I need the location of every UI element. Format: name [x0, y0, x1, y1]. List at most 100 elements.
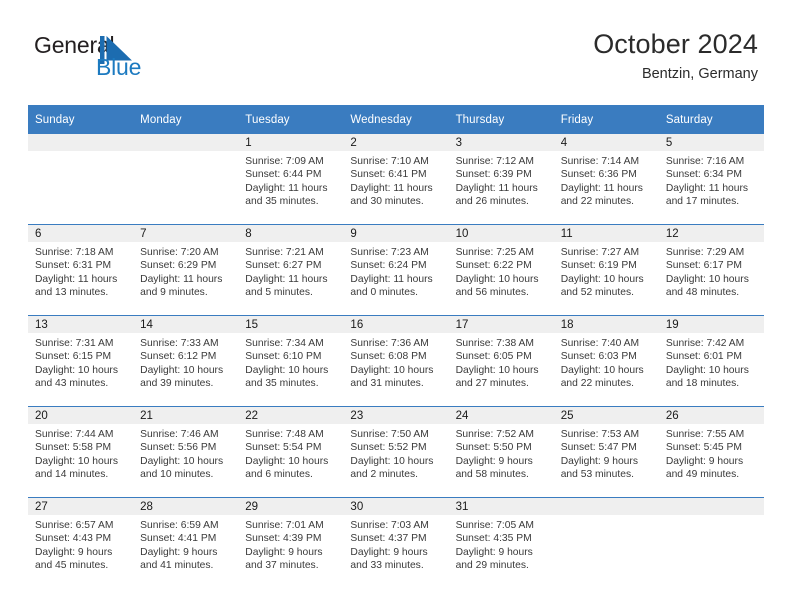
- sunrise-sunset-calendar: Sunday Monday Tuesday Wednesday Thursday…: [28, 105, 764, 588]
- day-number: 8: [238, 225, 344, 242]
- day-number: 11: [553, 225, 659, 242]
- day-cell[interactable]: 20 Sunrise: 7:44 AM Sunset: 5:58 PM Dayligh…: [28, 406, 134, 498]
- sunset-text: Sunset: 6:19 PM: [560, 260, 637, 272]
- sunrise-text: Sunrise: 7:50 AM: [350, 429, 429, 440]
- day-number: 28: [133, 498, 239, 515]
- day-details: Sunrise: 7:29 AM Sunset: 6:17 PM Daylight:…: [659, 242, 764, 300]
- day-cell[interactable]: 30 Sunrise: 7:03 AM Sunset: 4:37 PM Dayligh…: [343, 497, 449, 588]
- daylight-text-line2: and 9 minutes.: [140, 287, 208, 299]
- day-cell[interactable]: 23 Sunrise: 7:50 AM Sunset: 5:52 PM Dayligh…: [343, 406, 449, 498]
- sunrise-text: Sunrise: 7:55 AM: [665, 429, 745, 440]
- sunset-text: Sunset: 6:31 PM: [35, 260, 112, 272]
- sunrise-text: Sunrise: 7:03 AM: [350, 520, 429, 531]
- day-details: [28, 151, 133, 155]
- daylight-text-line1: Daylight: 9 hours: [455, 455, 533, 467]
- day-details: Sunrise: 7:44 AM Sunset: 5:58 PM Daylight:…: [28, 424, 133, 482]
- day-cell[interactable]: 26 Sunrise: 7:55 AM Sunset: 5:45 PM Dayligh…: [658, 406, 764, 498]
- day-cell[interactable]: 10 Sunrise: 7:25 AM Sunset: 6:22 PM Dayligh…: [448, 224, 554, 316]
- day-details: Sunrise: 7:05 AM Sunset: 4:35 PM Daylight:…: [449, 515, 554, 573]
- day-cell[interactable]: 31 Sunrise: 7:05 AM Sunset: 4:35 PM Dayligh…: [448, 497, 554, 588]
- sunrise-text: Sunrise: 7:34 AM: [245, 338, 324, 349]
- day-number: [28, 134, 134, 151]
- day-cell[interactable]: 14 Sunrise: 7:33 AM Sunset: 6:12 PM Dayligh…: [133, 315, 239, 407]
- day-cell[interactable]: 29 Sunrise: 7:01 AM Sunset: 4:39 PM Dayligh…: [238, 497, 344, 588]
- sunrise-text: Sunrise: 6:57 AM: [35, 520, 114, 531]
- sunset-text: Sunset: 5:56 PM: [140, 442, 217, 454]
- daylight-text-line1: Daylight: 9 hours: [350, 546, 428, 558]
- day-cell[interactable]: 24 Sunrise: 7:52 AM Sunset: 5:50 PM Dayligh…: [448, 406, 554, 498]
- sunset-text: Sunset: 6:03 PM: [560, 351, 637, 363]
- daylight-text-line2: and 22 minutes.: [560, 196, 634, 208]
- day-cell[interactable]: 1 Sunrise: 7:09 AM Sunset: 6:44 PM Daylight…: [238, 134, 344, 225]
- calendar-week-row: 6 Sunrise: 7:18 AM Sunset: 6:31 PM Daylight…: [28, 224, 764, 316]
- page-location: Bentzin, Germany: [641, 66, 758, 82]
- daylight-text-line2: and 49 minutes.: [665, 469, 740, 481]
- day-cell[interactable]: 22 Sunrise: 7:48 AM Sunset: 5:54 PM Dayligh…: [238, 406, 344, 498]
- daylight-text-line2: and 22 minutes.: [560, 378, 634, 390]
- daylight-text-line2: and 35 minutes.: [245, 196, 319, 208]
- daylight-text-line2: and 5 minutes.: [245, 287, 313, 299]
- day-details: Sunrise: 7:33 AM Sunset: 6:12 PM Daylight:…: [133, 333, 238, 391]
- day-details: Sunrise: 7:34 AM Sunset: 6:10 PM Daylight:…: [238, 333, 343, 391]
- day-cell[interactable]: 21 Sunrise: 7:46 AM Sunset: 5:56 PM Dayligh…: [133, 406, 239, 498]
- day-details: Sunrise: 7:27 AM Sunset: 6:19 PM Daylight:…: [554, 242, 659, 300]
- day-cell-empty: [133, 134, 239, 225]
- day-number: 18: [553, 316, 659, 333]
- sunset-text: Sunset: 6:34 PM: [665, 169, 742, 181]
- day-cell[interactable]: 18 Sunrise: 7:40 AM Sunset: 6:03 PM Dayligh…: [553, 315, 659, 407]
- sunset-text: Sunset: 6:41 PM: [350, 169, 427, 181]
- daylight-text-line1: Daylight: 10 hours: [140, 455, 224, 467]
- daylight-text-line1: Daylight: 11 hours: [455, 182, 538, 194]
- sunrise-text: Sunrise: 7:40 AM: [560, 338, 640, 349]
- day-cell[interactable]: 9 Sunrise: 7:23 AM Sunset: 6:24 PM Daylight…: [343, 224, 449, 316]
- day-cell[interactable]: 6 Sunrise: 7:18 AM Sunset: 6:31 PM Daylight…: [28, 224, 134, 316]
- daylight-text-line1: Daylight: 9 hours: [560, 455, 638, 467]
- day-cell[interactable]: 25 Sunrise: 7:53 AM Sunset: 5:47 PM Dayligh…: [553, 406, 659, 498]
- day-cell[interactable]: 7 Sunrise: 7:20 AM Sunset: 6:29 PM Daylight…: [133, 224, 239, 316]
- daylight-text-line1: Daylight: 10 hours: [455, 364, 539, 376]
- daylight-text-line2: and 33 minutes.: [350, 560, 424, 572]
- sunrise-text: Sunrise: 7:10 AM: [350, 156, 429, 167]
- day-cell[interactable]: 19 Sunrise: 7:42 AM Sunset: 6:01 PM Dayligh…: [658, 315, 764, 407]
- day-cell[interactable]: 16 Sunrise: 7:36 AM Sunset: 6:08 PM Dayligh…: [343, 315, 449, 407]
- day-cell[interactable]: 4 Sunrise: 7:14 AM Sunset: 6:36 PM Daylight…: [553, 134, 659, 225]
- day-number: 17: [448, 316, 554, 333]
- sunrise-text: Sunrise: 7:20 AM: [140, 247, 219, 258]
- day-cell[interactable]: 2 Sunrise: 7:10 AM Sunset: 6:41 PM Daylight…: [343, 134, 449, 225]
- day-details: Sunrise: 7:09 AM Sunset: 6:44 PM Daylight:…: [238, 151, 343, 209]
- general-blue-logo[interactable]: General Blue: [34, 32, 214, 88]
- daylight-text-line2: and 39 minutes.: [140, 378, 214, 390]
- daylight-text-line1: Daylight: 9 hours: [140, 546, 218, 558]
- weekday-header-tuesday: Tuesday: [238, 105, 344, 134]
- daylight-text-line2: and 14 minutes.: [35, 469, 109, 481]
- day-number: 3: [448, 134, 554, 151]
- day-number: 9: [343, 225, 449, 242]
- day-cell[interactable]: 28 Sunrise: 6:59 AM Sunset: 4:41 PM Dayligh…: [133, 497, 239, 588]
- day-cell[interactable]: 3 Sunrise: 7:12 AM Sunset: 6:39 PM Daylight…: [448, 134, 554, 225]
- daylight-text-line2: and 17 minutes.: [665, 196, 740, 208]
- day-cell[interactable]: 8 Sunrise: 7:21 AM Sunset: 6:27 PM Daylight…: [238, 224, 344, 316]
- sunset-text: Sunset: 4:37 PM: [350, 533, 427, 545]
- sunrise-text: Sunrise: 7:36 AM: [350, 338, 429, 349]
- day-details: Sunrise: 7:25 AM Sunset: 6:22 PM Daylight:…: [449, 242, 554, 300]
- daylight-text-line2: and 6 minutes.: [245, 469, 313, 481]
- day-cell[interactable]: 17 Sunrise: 7:38 AM Sunset: 6:05 PM Dayligh…: [448, 315, 554, 407]
- sunrise-text: Sunrise: 7:18 AM: [35, 247, 114, 258]
- day-details: Sunrise: 7:52 AM Sunset: 5:50 PM Daylight:…: [449, 424, 554, 482]
- day-cell[interactable]: 11 Sunrise: 7:27 AM Sunset: 6:19 PM Dayligh…: [553, 224, 659, 316]
- day-details: Sunrise: 6:57 AM Sunset: 4:43 PM Daylight:…: [28, 515, 133, 573]
- day-cell[interactable]: 27 Sunrise: 6:57 AM Sunset: 4:43 PM Dayligh…: [28, 497, 134, 588]
- daylight-text-line1: Daylight: 11 hours: [665, 182, 749, 194]
- day-cell[interactable]: 5 Sunrise: 7:16 AM Sunset: 6:34 PM Daylight…: [658, 134, 764, 225]
- sunset-text: Sunset: 6:05 PM: [455, 351, 532, 363]
- daylight-text-line1: Daylight: 9 hours: [245, 546, 323, 558]
- day-details: Sunrise: 7:38 AM Sunset: 6:05 PM Daylight:…: [449, 333, 554, 391]
- day-cell[interactable]: 12 Sunrise: 7:29 AM Sunset: 6:17 PM Dayligh…: [658, 224, 764, 316]
- daylight-text-line1: Daylight: 10 hours: [665, 364, 749, 376]
- day-number: 12: [658, 225, 764, 242]
- day-cell[interactable]: 13 Sunrise: 7:31 AM Sunset: 6:15 PM Dayligh…: [28, 315, 134, 407]
- weekday-header-sunday: Sunday: [28, 105, 134, 134]
- daylight-text-line2: and 35 minutes.: [245, 378, 319, 390]
- day-cell[interactable]: 15 Sunrise: 7:34 AM Sunset: 6:10 PM Dayligh…: [238, 315, 344, 407]
- sunset-text: Sunset: 6:08 PM: [350, 351, 427, 363]
